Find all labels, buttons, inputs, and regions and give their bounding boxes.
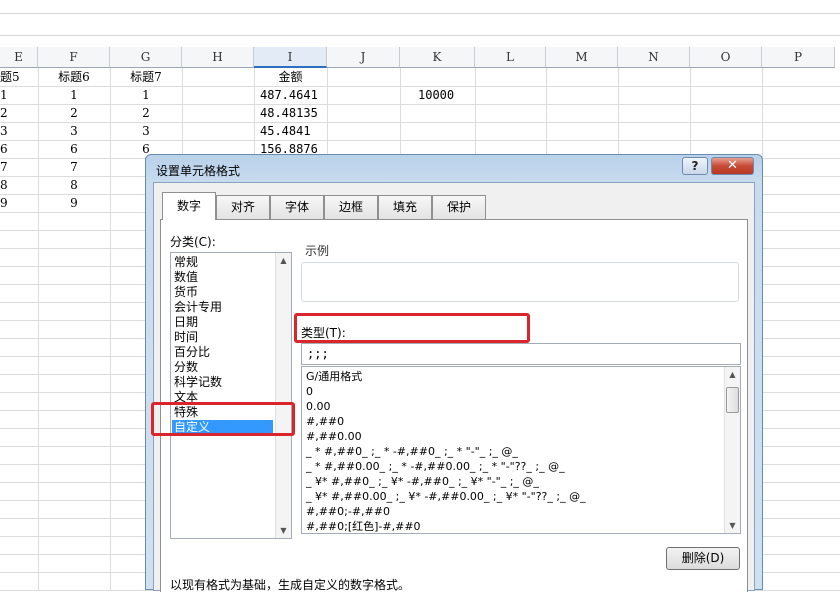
cell-g2[interactable]: 1 xyxy=(110,86,182,104)
help-button[interactable]: ? xyxy=(682,157,708,175)
column-header-i[interactable]: I xyxy=(254,47,327,68)
description-text: 以现有格式为基础，生成自定义的数字格式。 xyxy=(170,578,411,592)
tab-6[interactable]: 保护 xyxy=(432,195,486,219)
cell-f1[interactable]: 标题6 xyxy=(38,68,110,86)
category-item[interactable]: 科学记数 xyxy=(174,375,222,390)
column-header-f[interactable]: F xyxy=(38,47,110,68)
cell-e3[interactable]: 2 xyxy=(0,104,36,122)
cell-g3[interactable]: 2 xyxy=(110,104,182,122)
cell-f4[interactable]: 3 xyxy=(38,122,110,140)
format-cells-dialog: 设置单元格格式 ? ✕ 数字 对齐 字体 边框 填充 保护 分类(C): 常规 数值 货币 会计… xyxy=(145,154,763,592)
tab-4[interactable]: 边框 xyxy=(324,195,378,219)
cell-g1[interactable]: 标题7 xyxy=(110,68,182,86)
cell-f6[interactable]: 7 xyxy=(38,158,110,176)
format-item[interactable]: G/通用格式 xyxy=(306,369,362,384)
scroll-up-icon[interactable]: ▲ xyxy=(725,367,740,382)
dialog-title: 设置单元格格式 xyxy=(156,164,241,178)
column-header-g[interactable]: G xyxy=(110,47,182,68)
format-item[interactable]: _ * #,##0_ ;_ * -#,##0_ ;_ * "-"_ ;_ @_ xyxy=(306,444,518,459)
cell-e8[interactable]: 9 xyxy=(0,194,36,212)
tab-2[interactable]: 对齐 xyxy=(216,195,270,219)
scroll-up-icon[interactable]: ▲ xyxy=(276,253,291,268)
cell-e5[interactable]: 6 xyxy=(0,140,36,158)
scroll-down-icon[interactable]: ▼ xyxy=(725,518,740,533)
column-header-h[interactable]: H xyxy=(182,47,254,68)
type-input[interactable]: ;;; xyxy=(301,343,741,365)
cell-g4[interactable]: 3 xyxy=(110,122,182,140)
category-item[interactable]: 分数 xyxy=(174,360,198,375)
cell-f3[interactable]: 2 xyxy=(38,104,110,122)
highlight-type-input xyxy=(294,313,530,343)
format-item[interactable]: #,##0 xyxy=(306,414,344,429)
column-header-p[interactable]: P xyxy=(762,47,835,68)
format-list[interactable]: G/通用格式 0 0.00 #,##0 #,##0.00 _ * #,##0_ ;_ * … xyxy=(301,366,741,534)
scroll-thumb[interactable] xyxy=(726,387,739,413)
category-item[interactable]: 会计专用 xyxy=(174,300,222,315)
column-header-o[interactable]: O xyxy=(690,47,762,68)
column-header-m[interactable]: M xyxy=(546,47,618,68)
cell-f7[interactable]: 8 xyxy=(38,176,110,194)
format-item[interactable]: _ ¥* #,##0_ ;_ ¥* -#,##0_ ;_ ¥* "-"_ ;_ … xyxy=(306,474,539,489)
column-header-j[interactable]: J xyxy=(327,47,400,68)
column-header-l[interactable]: L xyxy=(475,47,546,68)
tab-3[interactable]: 字体 xyxy=(270,195,324,219)
format-item[interactable]: #,##0.00 xyxy=(306,429,362,444)
category-scrollbar[interactable]: ▲ ▼ xyxy=(275,253,291,538)
column-header-n[interactable]: N xyxy=(618,47,690,68)
format-item[interactable]: #,##0;[红色]-#,##0 xyxy=(306,519,421,533)
cell-f8[interactable]: 9 xyxy=(38,194,110,212)
cell-f5[interactable]: 6 xyxy=(38,140,110,158)
format-item[interactable]: 0.00 xyxy=(306,399,331,414)
format-scrollbar[interactable]: ▲ ▼ xyxy=(724,367,740,533)
format-item[interactable]: _ * #,##0.00_ ;_ * -#,##0.00_ ;_ * "-"??… xyxy=(306,459,565,474)
category-list[interactable]: 常规 数值 货币 会计专用 日期 时间 百分比 分数 科学记数 文本 特殊 自定义 ▲ ▼ xyxy=(170,252,292,539)
example-preview xyxy=(301,262,739,302)
cell-i2[interactable]: 487.4641 xyxy=(260,86,325,104)
cell-f2[interactable]: 1 xyxy=(38,86,110,104)
format-item[interactable]: _ ¥* #,##0.00_ ;_ ¥* -#,##0.00_ ;_ ¥* "-… xyxy=(306,489,586,504)
category-item[interactable]: 数值 xyxy=(174,270,198,285)
category-label: 分类(C): xyxy=(170,235,216,249)
category-item[interactable]: 常规 xyxy=(174,255,198,270)
close-button[interactable]: ✕ xyxy=(711,157,754,175)
cell-i1[interactable]: 金额 xyxy=(254,68,327,86)
column-header-e[interactable]: E xyxy=(0,47,38,68)
cell-e6[interactable]: 7 xyxy=(0,158,36,176)
delete-button[interactable]: 删除(D) xyxy=(666,547,740,570)
example-label: 示例 xyxy=(305,244,330,258)
tab-5[interactable]: 填充 xyxy=(378,195,432,219)
format-item[interactable]: 0 xyxy=(306,384,313,399)
cell-k2[interactable]: 10000 xyxy=(418,86,473,104)
tab-1[interactable]: 数字 xyxy=(162,192,216,220)
cell-i3[interactable]: 48.48135 xyxy=(260,104,325,122)
column-header-k[interactable]: K xyxy=(400,47,475,68)
format-item[interactable]: #,##0;-#,##0 xyxy=(306,504,390,519)
cell-e2[interactable]: 1 xyxy=(0,86,36,104)
dialog-body: 数字 对齐 字体 边框 填充 保护 分类(C): 常规 数值 货币 会计专用 日期 时间 百分比 分数科… xyxy=(153,182,755,592)
cell-i4[interactable]: 45.4841 xyxy=(260,122,325,140)
category-item[interactable]: 时间 xyxy=(174,330,198,345)
cell-e1[interactable]: 题5 xyxy=(0,68,36,86)
highlight-custom-category xyxy=(151,402,295,436)
scroll-down-icon[interactable]: ▼ xyxy=(276,523,291,538)
category-item[interactable]: 百分比 xyxy=(174,345,210,360)
cell-e4[interactable]: 3 xyxy=(0,122,36,140)
category-item[interactable]: 日期 xyxy=(174,315,198,330)
cell-e7[interactable]: 8 xyxy=(0,176,36,194)
category-item[interactable]: 货币 xyxy=(174,285,198,300)
formula-bar-area xyxy=(0,0,840,36)
